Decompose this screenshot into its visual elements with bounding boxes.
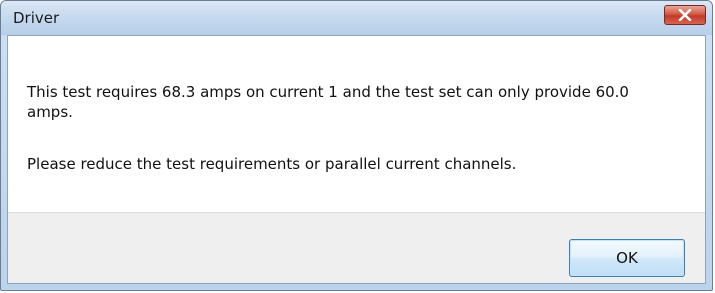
close-button[interactable] xyxy=(664,5,706,25)
title-bar[interactable]: Driver xyxy=(1,1,712,35)
instruction-message: Please reduce the test requirements or p… xyxy=(27,155,517,173)
close-icon xyxy=(678,9,692,21)
message-area: This test requires 68.3 amps on current … xyxy=(8,36,705,212)
dialog-window: Driver This test requires 68.3 amps on c… xyxy=(0,0,713,291)
error-message: This test requires 68.3 amps on current … xyxy=(27,83,629,121)
window-title: Driver xyxy=(13,9,60,27)
dialog-body: This test requires 68.3 amps on current … xyxy=(7,35,706,284)
ok-button[interactable]: OK xyxy=(569,239,685,277)
button-bar: OK xyxy=(8,212,705,283)
